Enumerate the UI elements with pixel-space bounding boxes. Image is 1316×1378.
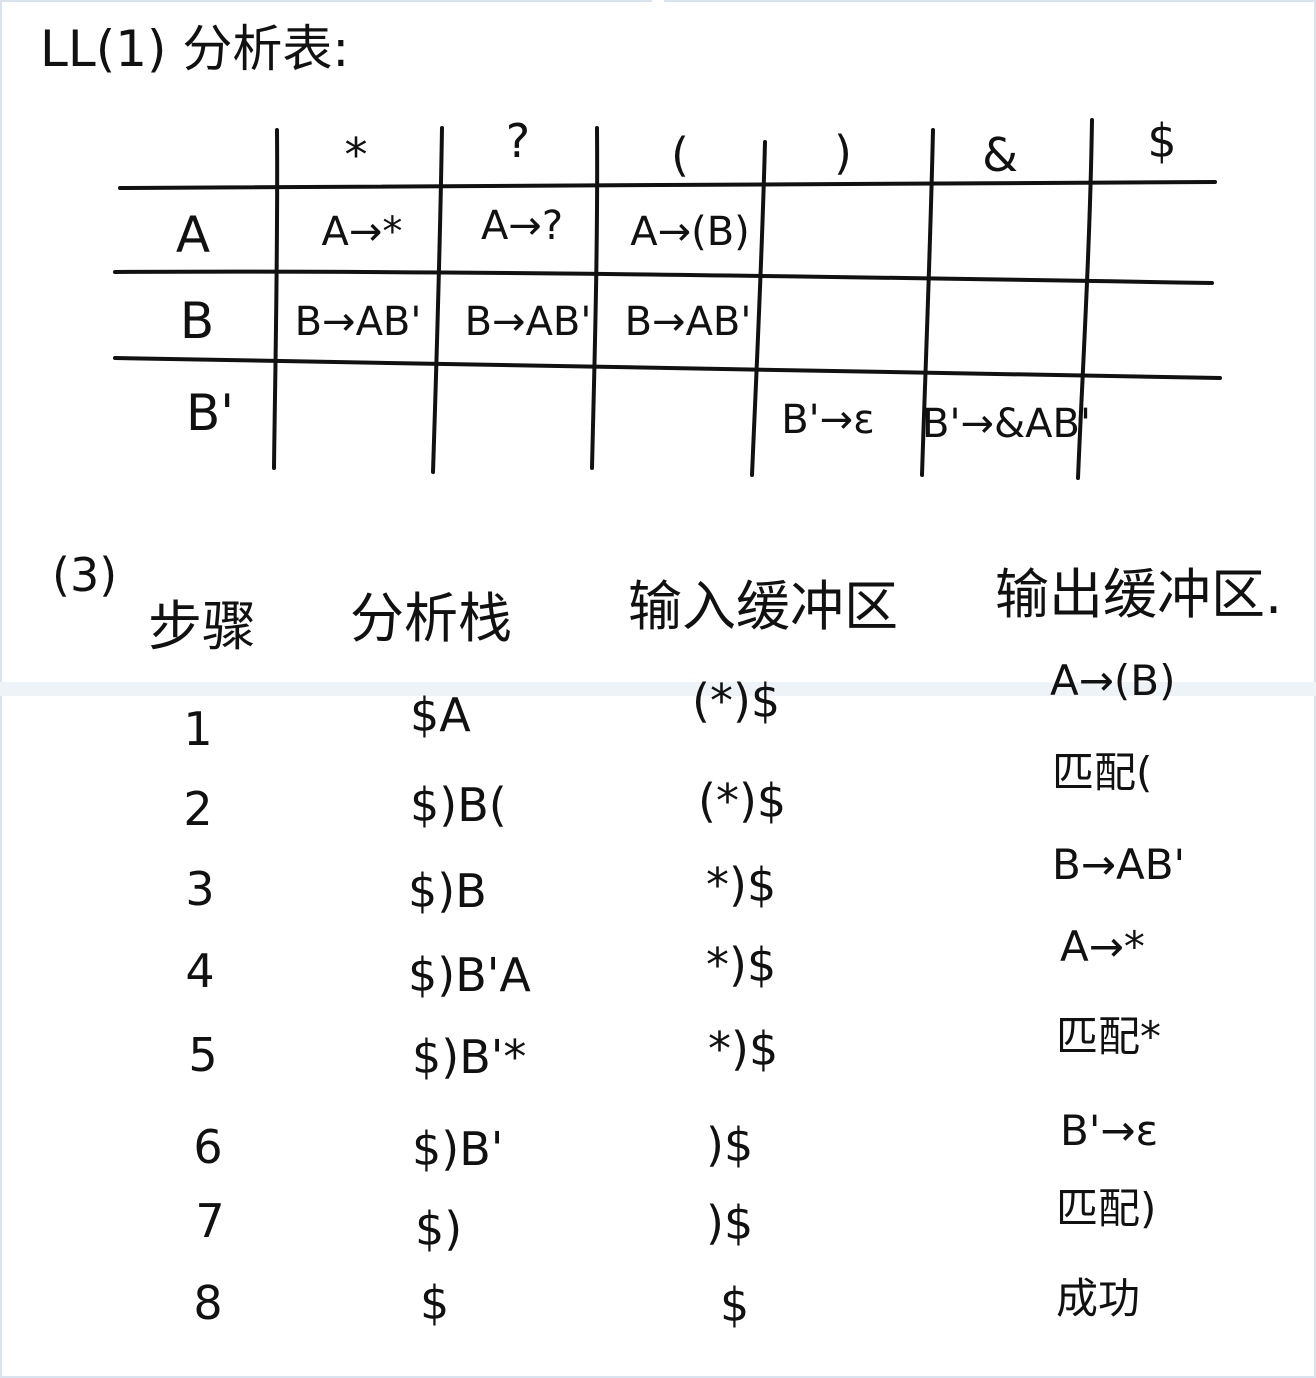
cell-r2-c3: B→AB' bbox=[624, 299, 752, 345]
output-1: A→(B) bbox=[1050, 656, 1176, 705]
stack-4: $)B'A bbox=[408, 948, 531, 1002]
cell-r1-c3: A→(B) bbox=[630, 209, 750, 255]
step-1: 1 bbox=[183, 702, 213, 756]
stack-7: $) bbox=[415, 1202, 463, 1256]
grid-vline-3 bbox=[590, 126, 600, 470]
step-8: 8 bbox=[193, 1276, 223, 1330]
col-header-1: * bbox=[344, 128, 368, 182]
output-5: 匹配* bbox=[1056, 1012, 1162, 1061]
cell-r2-c1: B→AB' bbox=[294, 299, 422, 345]
grid-hline-2 bbox=[113, 269, 1214, 285]
input-7: )$ bbox=[706, 1196, 754, 1250]
header-stack: 分析栈 bbox=[350, 587, 512, 650]
input-3: *)$ bbox=[706, 858, 777, 912]
input-2: (*)$ bbox=[698, 774, 787, 828]
step-7: 7 bbox=[195, 1194, 225, 1248]
cell-r1-c1: A→* bbox=[321, 209, 403, 255]
grid-vline-1 bbox=[272, 128, 280, 470]
col-header-4: ) bbox=[834, 126, 852, 180]
col-header-3: ( bbox=[671, 128, 689, 182]
stack-8: $ bbox=[420, 1276, 450, 1330]
page-title: LL(1) 分析表: bbox=[40, 20, 350, 78]
input-8: $ bbox=[720, 1278, 750, 1332]
cell-r1-c2: A→? bbox=[480, 203, 564, 249]
part3-label: (3) bbox=[52, 548, 118, 602]
header-input: 输入缓冲区 bbox=[628, 575, 898, 638]
col-header-2: ? bbox=[505, 114, 531, 168]
output-2: 匹配( bbox=[1052, 748, 1153, 797]
row-head-1: A bbox=[175, 206, 211, 264]
stack-6: $)B' bbox=[412, 1122, 504, 1176]
stack-5: $)B'* bbox=[412, 1030, 527, 1084]
output-7: 匹配) bbox=[1056, 1184, 1157, 1233]
output-3: B→AB' bbox=[1052, 840, 1186, 889]
grid-vline-2 bbox=[431, 126, 444, 474]
input-1: (*)$ bbox=[692, 674, 781, 728]
stack-2: $)B( bbox=[410, 778, 507, 832]
header-output: 输出缓冲区. bbox=[995, 563, 1283, 626]
step-5: 5 bbox=[188, 1028, 218, 1082]
step-3: 3 bbox=[185, 862, 215, 916]
col-header-5: & bbox=[982, 128, 1018, 182]
step-2: 2 bbox=[183, 782, 213, 836]
row-head-2: B bbox=[179, 292, 215, 350]
input-4: *)$ bbox=[706, 938, 777, 992]
stack-1: $A bbox=[410, 688, 471, 742]
input-5: *)$ bbox=[708, 1022, 779, 1076]
grid-hline-1 bbox=[118, 180, 1217, 190]
output-4: A→* bbox=[1060, 922, 1145, 971]
handwritten-page: LL(1) 分析表: * ? ( ) & $ A B B' A→* A→? A→… bbox=[0, 0, 1316, 1378]
cell-r3-c5: B'→&AB' bbox=[922, 401, 1091, 447]
output-6: B'→ε bbox=[1060, 1106, 1159, 1155]
step-6: 6 bbox=[193, 1120, 223, 1174]
row-head-3: B' bbox=[185, 384, 235, 442]
cell-r3-c4: B'→ε bbox=[781, 397, 875, 443]
header-step: 步骤 bbox=[148, 595, 256, 658]
step-4: 4 bbox=[185, 944, 215, 998]
grid-hline-3 bbox=[113, 356, 1222, 380]
output-8: 成功 bbox=[1056, 1274, 1141, 1323]
input-6: )$ bbox=[706, 1118, 754, 1172]
col-header-6: $ bbox=[1147, 114, 1177, 168]
cell-r2-c2: B→AB' bbox=[464, 299, 592, 345]
stack-3: $)B bbox=[408, 864, 487, 918]
